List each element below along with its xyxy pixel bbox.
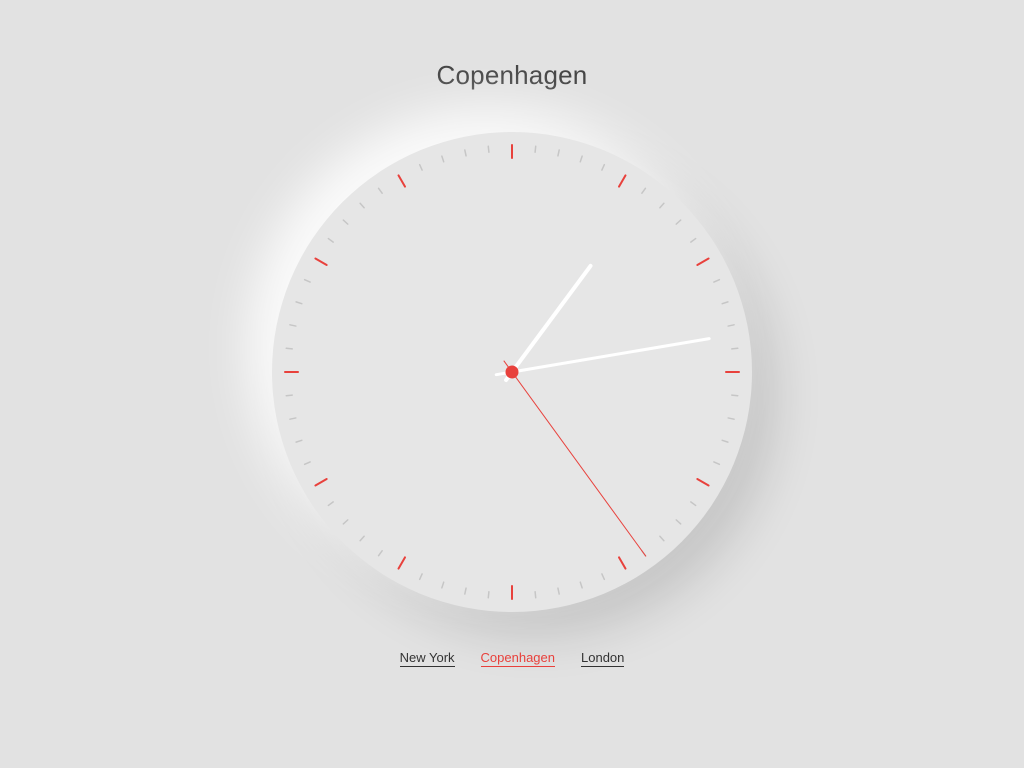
minute-tick: [359, 202, 365, 209]
analog-clock: [272, 132, 752, 612]
minute-tick: [303, 278, 311, 283]
minute-hand: [494, 337, 711, 377]
minute-tick: [557, 149, 560, 157]
minute-tick: [342, 519, 349, 525]
page: Copenhagen New York Copenhagen London: [0, 0, 1024, 768]
minute-tick: [721, 439, 729, 443]
minute-tick: [727, 324, 735, 327]
hour-tick: [397, 556, 406, 570]
minute-tick: [359, 535, 365, 542]
minute-tick: [487, 591, 490, 599]
minute-tick: [713, 461, 721, 466]
minute-tick: [675, 219, 682, 225]
hour-tick: [314, 257, 328, 266]
second-hand: [503, 360, 647, 557]
nav-link-copenhagen[interactable]: Copenhagen: [480, 650, 555, 667]
minute-tick: [464, 587, 467, 595]
minute-tick: [289, 417, 297, 420]
minute-tick: [295, 301, 303, 305]
clock-center-dot: [505, 365, 519, 379]
minute-tick: [295, 439, 303, 443]
city-nav: New York Copenhagen London: [0, 650, 1024, 667]
hour-tick: [397, 174, 406, 188]
minute-tick: [534, 591, 537, 599]
page-title: Copenhagen: [436, 60, 588, 90]
hour-hand: [504, 263, 593, 383]
minute-tick: [690, 237, 697, 243]
hour-tick: [696, 257, 710, 266]
hour-tick: [314, 478, 328, 487]
nav-link-new-york[interactable]: New York: [399, 650, 455, 667]
minute-tick: [601, 163, 606, 171]
minute-tick: [731, 347, 739, 350]
minute-tick: [690, 501, 697, 507]
nav-link-london[interactable]: London: [581, 650, 625, 667]
minute-tick: [721, 301, 729, 305]
minute-tick: [285, 394, 293, 397]
minute-tick: [579, 155, 583, 163]
minute-tick: [727, 417, 735, 420]
minute-tick: [441, 581, 445, 589]
minute-tick: [418, 573, 423, 581]
minute-tick: [641, 187, 647, 194]
minute-tick: [342, 219, 349, 225]
minute-tick: [285, 347, 293, 350]
minute-tick: [659, 202, 665, 209]
minute-tick: [713, 278, 721, 283]
minute-tick: [377, 187, 383, 194]
minute-tick: [601, 573, 606, 581]
minute-tick: [731, 394, 739, 397]
hour-tick: [618, 174, 627, 188]
minute-tick: [418, 163, 423, 171]
minute-tick: [327, 501, 334, 507]
hour-tick: [696, 478, 710, 487]
minute-tick: [579, 581, 583, 589]
clock-face: [284, 144, 740, 600]
minute-tick: [557, 587, 560, 595]
hour-tick: [618, 556, 627, 570]
minute-tick: [289, 324, 297, 327]
minute-tick: [327, 237, 334, 243]
minute-tick: [534, 145, 537, 153]
minute-tick: [303, 461, 311, 466]
minute-tick: [464, 149, 467, 157]
minute-tick: [675, 519, 682, 525]
minute-tick: [659, 535, 665, 542]
minute-tick: [441, 155, 445, 163]
minute-tick: [487, 145, 490, 153]
minute-tick: [377, 550, 383, 557]
